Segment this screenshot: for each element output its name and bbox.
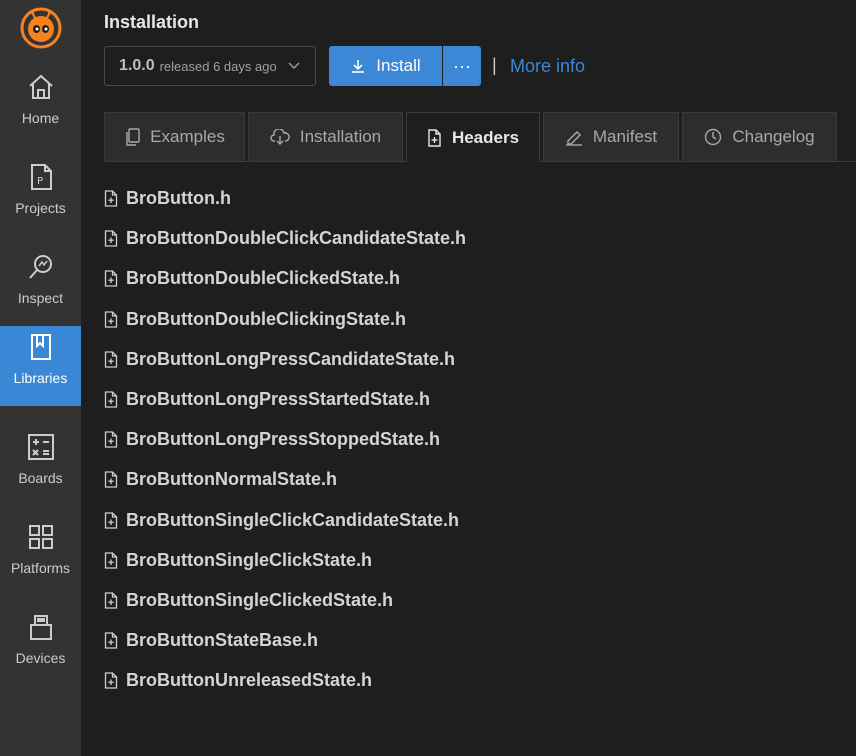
file-plus-icon xyxy=(104,511,118,529)
more-actions-button[interactable]: ··· xyxy=(443,46,481,86)
sidebar-item-label: Libraries xyxy=(13,370,68,386)
tab-changelog[interactable]: Changelog xyxy=(682,112,837,161)
header-file-item[interactable]: BroButtonUnreleasedState.h xyxy=(104,665,466,705)
file-plus-icon xyxy=(104,190,118,207)
project-file-icon: P xyxy=(26,162,56,192)
tab-label: Examples xyxy=(150,127,225,146)
file-plus-icon xyxy=(104,632,118,649)
file-plus-icon xyxy=(104,552,118,569)
sidebar-item-home[interactable]: Home xyxy=(0,66,81,146)
header-file-item[interactable]: BroButtonLongPressStoppedState.h xyxy=(104,424,466,464)
copy-icon xyxy=(124,128,140,146)
header-file-item[interactable]: BroButtonNormalState.h xyxy=(104,464,466,504)
sidebar-item-devices[interactable]: Devices xyxy=(0,606,81,686)
header-file-name: BroButtonDoubleClickingState.h xyxy=(126,308,406,329)
tab-installation[interactable]: Installation xyxy=(248,112,403,161)
clock-icon xyxy=(704,128,722,146)
header-file-list: BroButton.h BroButtonDoubleClickCandidate… xyxy=(104,183,466,705)
header-file-name: BroButtonLongPressStoppedState.h xyxy=(126,429,440,450)
tab-bar: Examples Installation Headers Manifest C… xyxy=(104,112,856,162)
header-file-item[interactable]: BroButtonDoubleClickCandidateState.h xyxy=(104,223,466,263)
file-plus-icon xyxy=(104,672,118,689)
chevron-down-icon xyxy=(287,59,301,78)
more-info-link[interactable]: More info xyxy=(510,56,585,77)
header-file-item[interactable]: BroButtonStateBase.h xyxy=(104,625,466,665)
separator: | xyxy=(492,55,497,75)
file-plus-icon xyxy=(104,592,118,609)
version-value: 1.0.0 xyxy=(119,57,155,74)
home-icon xyxy=(26,72,56,102)
download-icon xyxy=(350,58,366,74)
header-file-item[interactable]: BroButtonLongPressCandidateState.h xyxy=(104,344,466,384)
install-button[interactable]: Install xyxy=(329,46,442,86)
sidebar-item-boards[interactable]: Boards xyxy=(0,426,81,506)
header-file-item[interactable]: BroButtonDoubleClickedState.h xyxy=(104,263,466,303)
tab-label: Manifest xyxy=(592,127,658,146)
sidebar-item-libraries[interactable]: Libraries xyxy=(0,326,81,406)
calculator-icon xyxy=(26,432,56,462)
inspect-icon xyxy=(26,252,56,282)
sidebar-item-inspect[interactable]: Inspect xyxy=(0,246,81,326)
sidebar: Home P Projects Inspect Libraries Boards… xyxy=(0,0,81,756)
usb-icon xyxy=(26,612,56,642)
header-file-name: BroButtonUnreleasedState.h xyxy=(126,670,373,691)
header-file-name: BroButtonStateBase.h xyxy=(126,630,319,651)
header-file-name: BroButtonNormalState.h xyxy=(126,469,337,490)
edit-icon xyxy=(565,128,583,146)
tab-manifest[interactable]: Manifest xyxy=(543,112,679,161)
sidebar-item-label: Boards xyxy=(18,470,63,486)
tab-label: Installation xyxy=(299,127,382,146)
file-plus-icon xyxy=(104,391,118,408)
header-file-item[interactable]: BroButtonSingleClickState.h xyxy=(104,545,466,585)
header-file-name: BroButton.h xyxy=(126,188,231,208)
sidebar-item-label: Inspect xyxy=(17,290,64,306)
header-file-item[interactable]: BroButtonLongPressStartedState.h xyxy=(104,384,466,424)
library-bookmark-icon xyxy=(26,332,56,362)
release-date: released 6 days ago xyxy=(159,58,277,74)
cloud-download-icon xyxy=(270,129,290,145)
sidebar-item-label: Platforms xyxy=(10,560,71,576)
version-select[interactable]: 1.0.0 released 6 days ago xyxy=(104,46,316,86)
tab-label: Changelog xyxy=(732,127,815,146)
tab-headers[interactable]: Headers xyxy=(406,112,540,162)
file-plus-icon xyxy=(104,351,118,368)
sidebar-item-label: Projects xyxy=(15,200,66,216)
header-file-name: BroButtonLongPressCandidateState.h xyxy=(126,348,456,369)
header-file-name: BroButtonSingleClickedState.h xyxy=(126,589,394,610)
tab-examples[interactable]: Examples xyxy=(104,112,245,161)
header-file-item[interactable]: BroButtonDoubleClickingState.h xyxy=(104,304,466,344)
header-file-item[interactable]: BroButtonSingleClickedState.h xyxy=(104,585,466,625)
install-label: Install xyxy=(376,56,421,75)
file-plus-icon xyxy=(427,128,442,147)
sidebar-item-label: Devices xyxy=(15,650,66,666)
page-title: Installation xyxy=(104,12,200,32)
file-plus-icon xyxy=(104,230,118,247)
grid-icon xyxy=(26,522,56,552)
file-plus-icon xyxy=(104,270,118,288)
header-file-name: BroButtonDoubleClickCandidateState.h xyxy=(126,228,467,249)
sidebar-item-platforms[interactable]: Platforms xyxy=(0,516,81,596)
header-file-name: BroButtonDoubleClickedState.h xyxy=(126,268,401,289)
file-plus-icon xyxy=(104,471,118,488)
header-file-item[interactable]: BroButtonSingleClickCandidateState.h xyxy=(104,505,466,545)
sidebar-item-label: Home xyxy=(21,110,60,126)
header-file-name: BroButtonLongPressStartedState.h xyxy=(126,388,431,409)
sidebar-item-projects[interactable]: P Projects xyxy=(0,156,81,236)
header-file-name: BroButtonSingleClickCandidateState.h xyxy=(126,509,460,530)
file-plus-icon xyxy=(104,310,118,328)
platformio-logo-icon xyxy=(20,7,62,49)
svg-text:P: P xyxy=(37,176,43,187)
header-file-name: BroButtonSingleClickState.h xyxy=(126,549,373,570)
tab-label: Headers xyxy=(451,127,520,147)
file-plus-icon xyxy=(104,431,118,448)
header-file-item[interactable]: BroButton.h xyxy=(104,183,466,223)
